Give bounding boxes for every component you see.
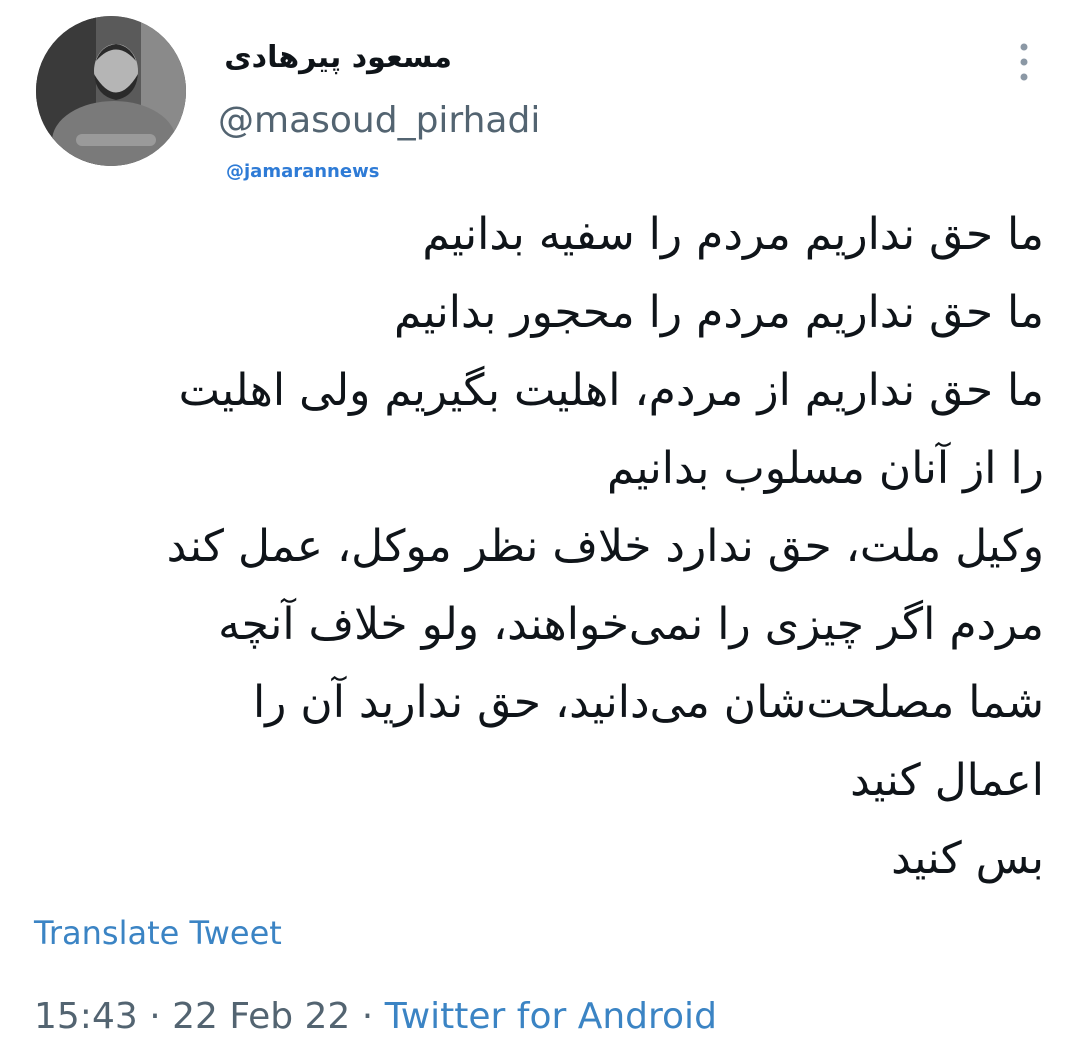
tweet-line: ما حق نداریم مردم را سفیه بدانیم: [422, 209, 1044, 260]
tweet-line: را از آنان مسلوب بدانیم: [607, 443, 1044, 494]
tweet-date[interactable]: 22 Feb 22: [172, 996, 350, 1037]
avatar[interactable]: [36, 16, 186, 166]
translate-tweet-link[interactable]: Translate Tweet: [34, 914, 282, 952]
tweet-line: ما حق نداریم مردم را محجور بدانیم: [393, 287, 1044, 338]
author-handle[interactable]: @masoud_pirhadi: [218, 100, 540, 141]
avatar-photo: [36, 16, 186, 166]
watermark-label: @jamarannews: [226, 161, 380, 182]
tweet-line: وکیل ملت، حق ندارد خلاف نظر موکل، عمل کن…: [166, 521, 1044, 572]
tweet-line: شما مصلحت‌شان می‌دانید، حق ندارید آن را: [252, 677, 1044, 728]
tweet-time[interactable]: 15:43: [34, 996, 138, 1037]
meta-separator: ·: [350, 996, 385, 1037]
tweet-line: ما حق نداریم از مردم، اهلیت بگیریم ولی ا…: [178, 365, 1044, 416]
meta-separator: ·: [137, 996, 173, 1037]
author-display-name[interactable]: مسعود پیرهادی: [224, 40, 452, 75]
tweet-line: اعمال کنید: [850, 755, 1044, 806]
tweet-meta: 15:43 · 22 Feb 22 · Twitter for Android: [34, 996, 717, 1037]
tweet-line: بس کنید: [891, 833, 1044, 884]
tweet-source-link[interactable]: Twitter for Android: [385, 996, 717, 1037]
more-vertical-icon[interactable]: [1012, 40, 1036, 84]
tweet-text: ما حق نداریم مردم را سفیه بدانیم ما حق ن…: [24, 196, 1044, 898]
tweet-line: مردم اگر چیزی را نمی‌خواهند، ولو خلاف آن…: [218, 599, 1044, 650]
